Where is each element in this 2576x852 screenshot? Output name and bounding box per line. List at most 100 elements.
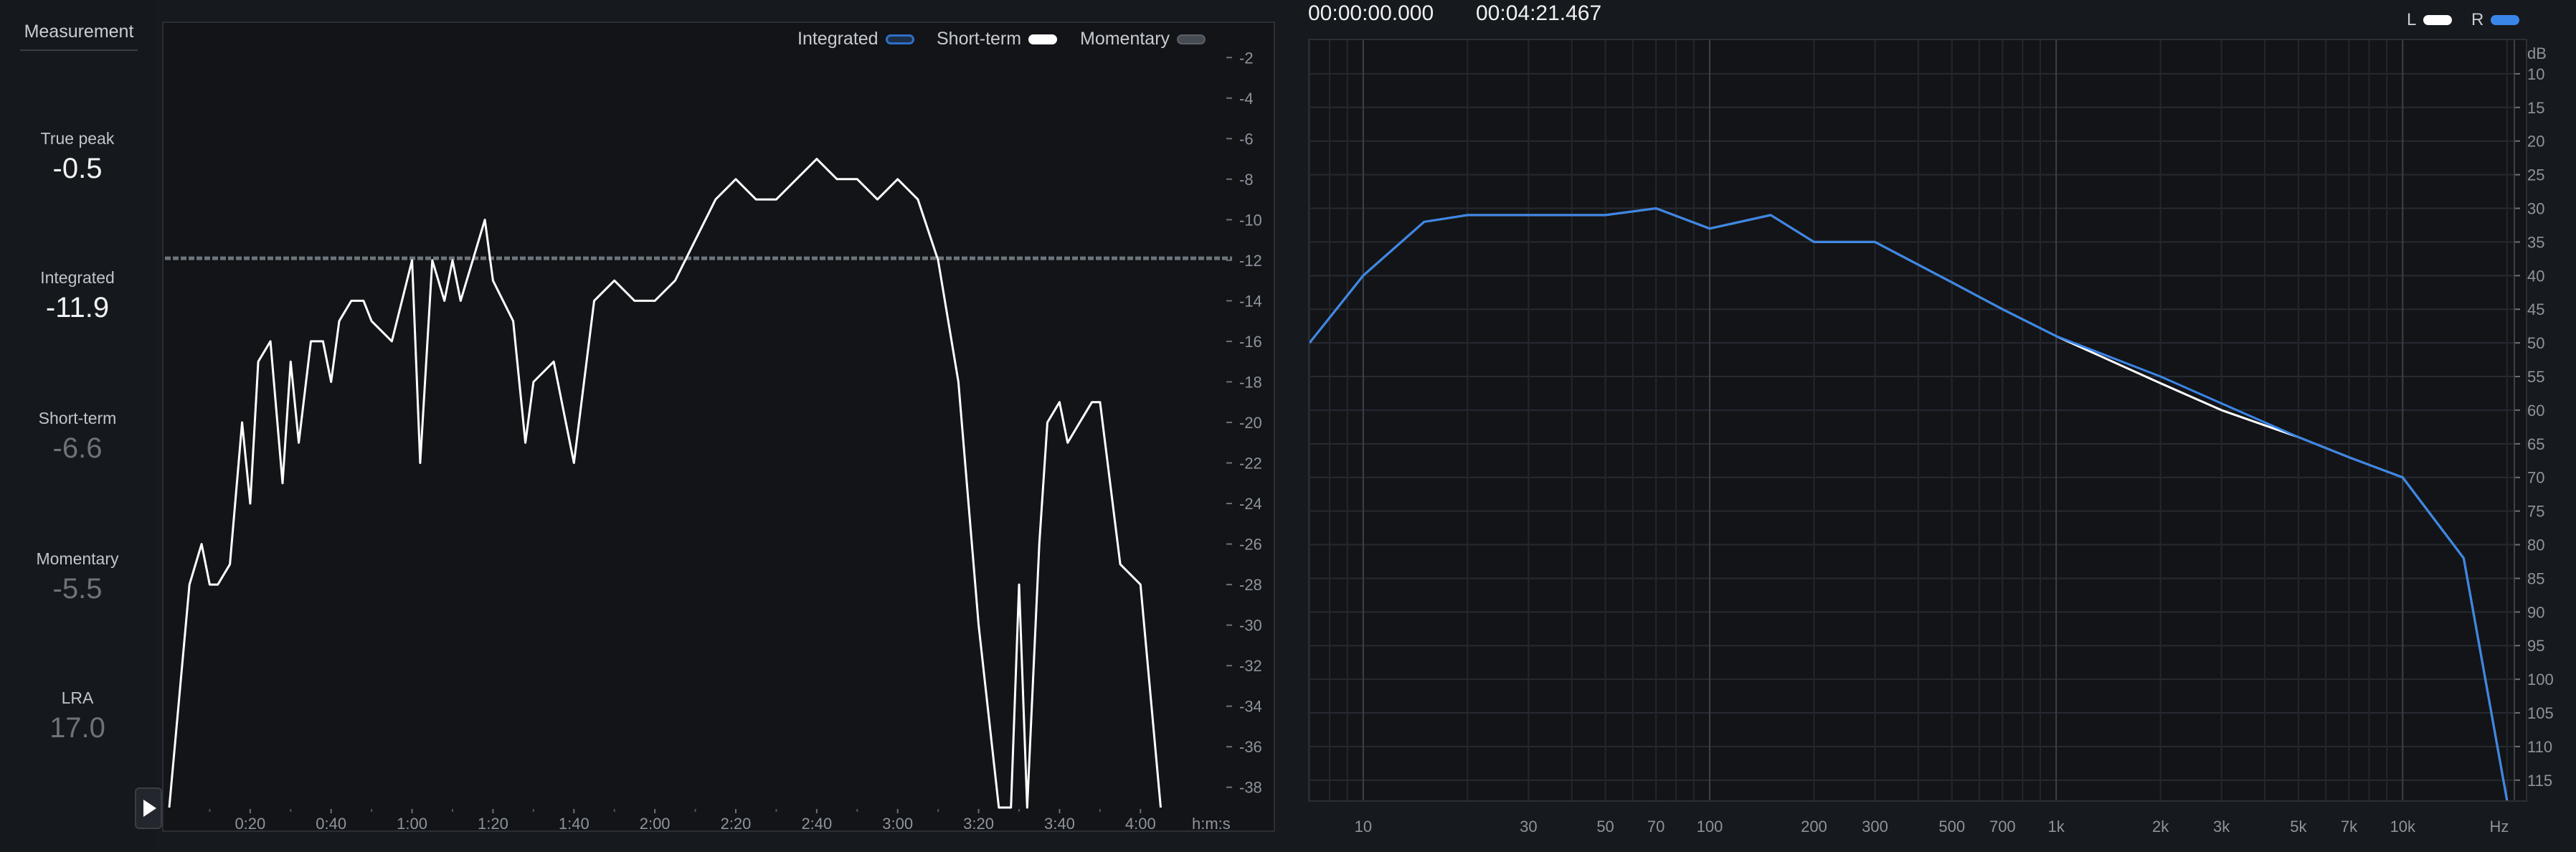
lra-label: LRA	[61, 688, 94, 707]
channel-r-label: R	[2471, 10, 2484, 29]
y-tick-label: -20	[1239, 414, 1262, 432]
y-tick-label: 30	[2527, 200, 2544, 218]
x-tick-label: 1:20	[478, 815, 508, 830]
play-icon	[143, 800, 156, 817]
x-tick-label: 1:40	[559, 815, 589, 830]
x-tick-label: 0:40	[316, 815, 346, 830]
y-tick-label: 105	[2527, 704, 2554, 722]
y-tick-label: 60	[2527, 402, 2544, 420]
y-tick-label: -8	[1239, 171, 1254, 189]
x-tick-label: 500	[1938, 818, 1965, 836]
y-tick-label: 75	[2527, 503, 2544, 521]
y-tick-label: 40	[2527, 267, 2544, 285]
y-tick-label: 55	[2527, 368, 2544, 386]
integrated-label: Integrated	[40, 268, 115, 287]
y-tick-label: -32	[1239, 657, 1262, 675]
measurement-title: Measurement	[20, 22, 138, 51]
short-term-swatch-icon	[1028, 34, 1058, 44]
channel-l-toggle[interactable]: L	[2407, 10, 2453, 30]
x-tick-label: 3:00	[882, 815, 913, 830]
momentary-value: -5.5	[52, 573, 103, 605]
short-term-stat: Short-term -6.6	[0, 409, 155, 465]
x-tick-label: 1:00	[397, 815, 427, 830]
x-tick-label: 1k	[2048, 818, 2065, 836]
y-tick-label: 20	[2527, 133, 2544, 151]
channel-r-toggle[interactable]: R	[2471, 10, 2520, 30]
spectrum-chart	[1308, 40, 2520, 801]
x-tick-label: 10	[1355, 818, 1372, 836]
legend-momentary[interactable]: Momentary	[1080, 29, 1206, 49]
y-tick-label: 90	[2527, 603, 2544, 621]
y-tick-label: -28	[1239, 576, 1262, 594]
y-tick-label: 70	[2527, 469, 2544, 487]
integrated-stat: Integrated -11.9	[0, 268, 155, 324]
y-tick-label: -16	[1239, 333, 1262, 351]
x-tick-label: 3k	[2213, 818, 2230, 836]
x-tick-label: 10k	[2390, 818, 2416, 836]
y-tick-label: 25	[2527, 166, 2544, 184]
integrated-value: -11.9	[45, 292, 110, 323]
momentary-label: Momentary	[36, 549, 119, 568]
time-start: 00:00:00.000	[1308, 1, 1434, 25]
y-tick-label: 10	[2527, 65, 2544, 83]
y-tick-label: 95	[2527, 637, 2544, 655]
y-tick-label: 85	[2527, 569, 2544, 587]
legend-integrated[interactable]: Integrated	[797, 29, 914, 49]
lra-value: 17.0	[49, 712, 105, 744]
y-tick-label: 15	[2527, 99, 2544, 117]
x-tick-label: 700	[1989, 818, 2016, 836]
y-tick-label: -12	[1239, 252, 1262, 270]
y-tick-label: -34	[1239, 698, 1262, 716]
spectrum-analyzer: 00:00:00.000 00:04:21.467 L R dB 10 15 20 25…	[1307, 0, 2576, 852]
x-tick-label: 100	[1697, 818, 1723, 836]
y-tick-label: 35	[2527, 233, 2544, 251]
spectrum-l-line	[1308, 207, 2509, 801]
x-tick-label: 30	[1520, 818, 1537, 836]
y-tick-label: 65	[2527, 435, 2544, 453]
spectrum-plot[interactable]	[1308, 39, 2527, 802]
y-tick-label: -30	[1239, 617, 1262, 635]
y-tick-label: -2	[1239, 49, 1254, 67]
x-tick-label: 300	[1862, 818, 1888, 836]
y-tick-label: 100	[2527, 671, 2554, 688]
x-tick-label: 70	[1647, 818, 1665, 836]
x-tick-label: 2k	[2152, 818, 2169, 836]
channel-r-swatch-icon	[2491, 15, 2520, 25]
momentary-swatch-icon	[1177, 34, 1206, 44]
x-unit-label: Hz	[2490, 818, 2509, 836]
y-tick-label: -36	[1239, 738, 1262, 756]
y-tick-label: -22	[1239, 455, 1262, 473]
lra-stat: LRA 17.0	[0, 688, 155, 744]
y-tick-label: -38	[1239, 779, 1262, 797]
integrated-swatch-icon	[885, 34, 914, 44]
play-button[interactable]	[135, 787, 162, 829]
time-end: 00:04:21.467	[1476, 1, 1602, 25]
legend-short-term[interactable]: Short-term	[937, 29, 1058, 49]
y-tick-label: 45	[2527, 300, 2544, 318]
short-term-series-line	[168, 158, 1162, 809]
y-tick-label: -6	[1239, 130, 1254, 148]
x-tick-label: 3:20	[963, 815, 994, 830]
y-tick-label: 115	[2527, 772, 2552, 790]
x-tick-label: 5k	[2290, 818, 2307, 836]
legend-short-term-label: Short-term	[937, 29, 1022, 49]
loudness-history-graph[interactable]: -2 -4 -6 -8 -10 -12 -14 -16 -18 -20 -22 -24 -26 -28 -3…	[135, 22, 1275, 832]
y-tick-label: -14	[1239, 292, 1262, 310]
x-tick-label: 2:20	[721, 815, 752, 830]
true-peak-stat: True peak -0.5	[0, 129, 155, 185]
y-tick-label: -18	[1239, 373, 1262, 391]
channel-l-swatch-icon	[2423, 15, 2453, 25]
y-tick-label: -10	[1239, 211, 1262, 229]
channel-l-label: L	[2407, 10, 2417, 29]
y-tick-label: 50	[2527, 334, 2544, 352]
x-tick-label: 200	[1801, 818, 1827, 836]
x-tick-label: 2:40	[801, 815, 832, 830]
y-tick-label: 80	[2527, 536, 2544, 554]
legend-momentary-label: Momentary	[1080, 29, 1170, 49]
x-unit-label: h:m:s	[1192, 815, 1231, 830]
y-tick-label: -24	[1239, 495, 1262, 513]
x-tick-label: 0:20	[235, 815, 265, 830]
y-tick-label: 110	[2527, 738, 2552, 756]
x-tick-label: 3:40	[1044, 815, 1075, 830]
y-tick-label: -26	[1239, 536, 1262, 554]
